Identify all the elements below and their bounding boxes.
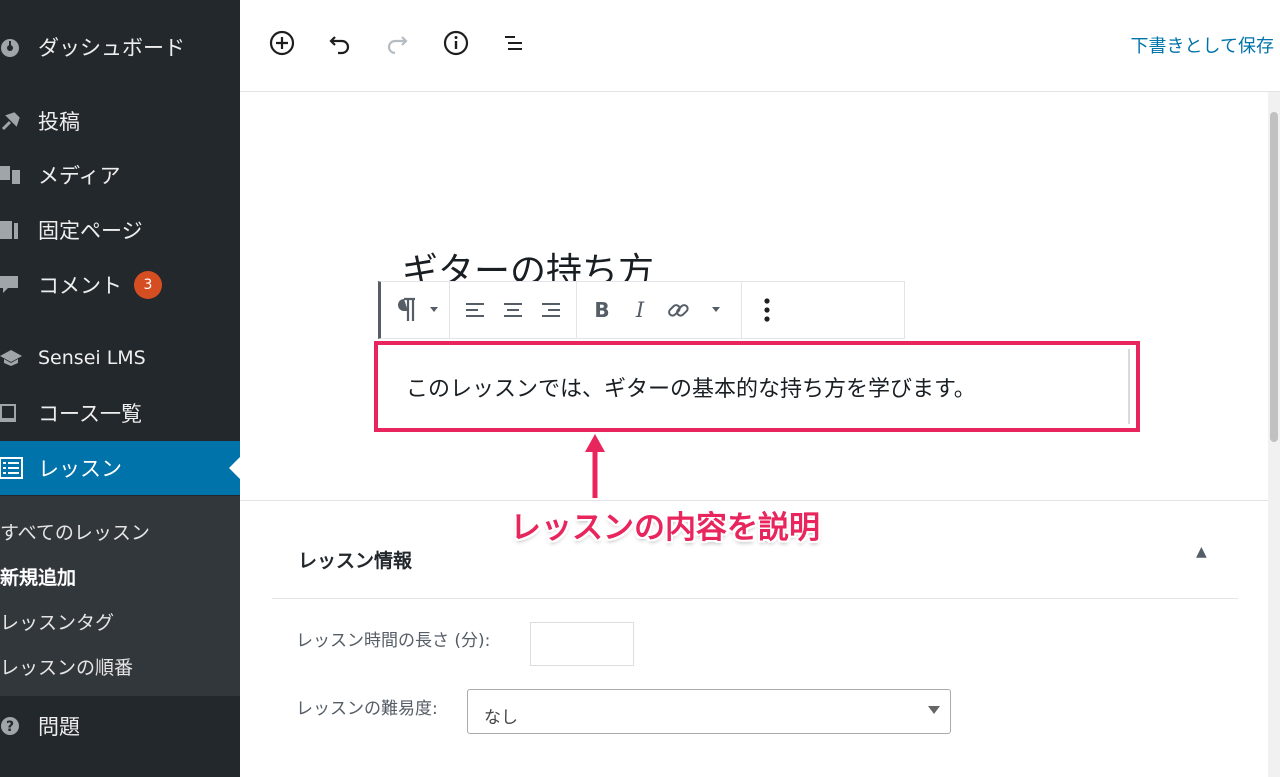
lesson-length-input[interactable] [530, 622, 634, 666]
menu-item-comments[interactable]: コメント 3 [0, 258, 240, 312]
menu-item-sensei[interactable]: Sensei LMS [0, 331, 240, 385]
formatting-group: B I [577, 282, 742, 338]
active-indicator [229, 457, 240, 479]
alignment-group [450, 282, 577, 338]
paragraph-icon[interactable] [387, 291, 425, 329]
submenu-item-lesson-tags[interactable]: レッスンタグ [0, 608, 114, 635]
dashboard-icon [0, 37, 38, 57]
menu-item-media[interactable]: メディア [0, 148, 240, 202]
submenu-item-add-new[interactable]: 新規追加 [0, 563, 76, 590]
annotation-label: レッスンの内容を説明 [510, 510, 820, 546]
lesson-difficulty-select[interactable]: なし [467, 689, 951, 734]
page-icon [0, 219, 38, 241]
bold-icon[interactable]: B [583, 291, 621, 329]
metabox-divider [240, 500, 1268, 501]
link-icon[interactable] [659, 291, 697, 329]
pin-icon [0, 110, 38, 132]
collapse-toggle-icon[interactable]: ▲ [1196, 544, 1207, 560]
block-switcher-group [381, 282, 450, 338]
info-button[interactable] [439, 28, 473, 62]
align-right-icon[interactable] [532, 291, 570, 329]
svg-text:B: B [594, 299, 609, 321]
menu-item-questions[interactable]: ? 問題 [0, 699, 240, 753]
menu-label: 固定ページ [38, 219, 143, 243]
sensei-icon [0, 349, 38, 367]
annotation-arrow [580, 432, 610, 506]
more-formatting-arrow-icon[interactable] [697, 291, 735, 329]
menu-item-posts[interactable]: 投稿 [0, 94, 240, 148]
post-title[interactable]: ギターの持ち方 [402, 242, 654, 282]
svg-text:I: I [635, 299, 645, 321]
lesson-length-label: レッスン時間の長さ (分): [296, 631, 491, 651]
italic-icon[interactable]: I [621, 291, 659, 329]
menu-label: コメント [38, 274, 122, 298]
editor-canvas: ギターの持ち方 B I このレッスンでは、ギターの基本的な持ち方を学びます。 レ… [240, 92, 1280, 777]
menu-item-pages[interactable]: 固定ページ [0, 203, 240, 257]
add-block-icon [268, 29, 296, 61]
metabox-title: レッスン情報 [298, 550, 413, 572]
metabox-separator [272, 598, 1238, 599]
undo-button[interactable] [323, 28, 357, 62]
menu-label: Sensei LMS [38, 347, 146, 369]
comment-icon [0, 274, 38, 296]
more-options-group [742, 282, 792, 338]
question-icon: ? [0, 716, 38, 736]
comment-count-badge: 3 [134, 271, 162, 299]
more-options-icon[interactable] [748, 291, 786, 329]
align-center-icon[interactable] [494, 291, 532, 329]
block-toolbar: B I [378, 281, 905, 339]
paragraph-text[interactable]: このレッスンでは、ギターの基本的な持ち方を学びます。 [406, 371, 976, 403]
admin-sidebar: ダッシュボード 投稿 メディア 固定ページ コメント 3 Sensei LMS [0, 0, 240, 777]
lessons-submenu: すべてのレッスン 新規追加 レッスンタグ レッスンの順番 [0, 496, 240, 696]
menu-label: レッスン [38, 457, 122, 481]
menu-label: コース一覧 [38, 402, 142, 426]
align-left-icon[interactable] [456, 291, 494, 329]
list-icon [0, 457, 38, 479]
select-arrow-icon [928, 706, 940, 714]
dropdown-arrow-icon[interactable] [425, 291, 443, 329]
lesson-difficulty-label: レッスンの難易度: [296, 699, 438, 719]
menu-item-courses[interactable]: コース一覧 [0, 386, 240, 440]
media-icon [0, 164, 38, 186]
menu-label: 問題 [38, 715, 80, 739]
menu-label: 投稿 [38, 110, 80, 134]
redo-icon [383, 29, 411, 61]
save-draft-button[interactable]: 下書きとして保存 [1131, 32, 1274, 58]
redo-button[interactable] [380, 28, 414, 62]
menu-label: ダッシュボード [38, 36, 185, 60]
select-value: なし [484, 708, 518, 728]
menu-item-dashboard[interactable]: ダッシュボード [0, 20, 240, 74]
menu-label: メディア [38, 164, 121, 188]
add-block-button[interactable] [265, 28, 299, 62]
book-icon [0, 402, 38, 424]
editor-header: 下書きとして保存 [240, 0, 1280, 92]
menu-item-lessons[interactable]: レッスン [0, 441, 240, 495]
submenu-item-all-lessons[interactable]: すべてのレッスン [0, 518, 150, 545]
scrollbar[interactable] [1268, 92, 1280, 777]
outline-icon [500, 29, 528, 61]
svg-text:?: ? [6, 719, 14, 735]
info-icon [442, 29, 470, 61]
submenu-item-lesson-order[interactable]: レッスンの順番 [0, 653, 133, 680]
scrollbar-thumb[interactable] [1270, 112, 1278, 442]
undo-icon [326, 29, 354, 61]
outline-button[interactable] [497, 28, 531, 62]
paragraph-block[interactable]: このレッスンでは、ギターの基本的な持ち方を学びます。 [374, 341, 1140, 432]
